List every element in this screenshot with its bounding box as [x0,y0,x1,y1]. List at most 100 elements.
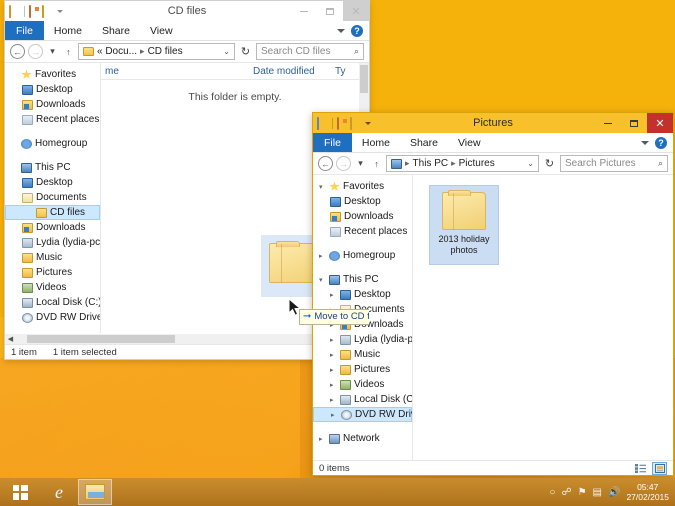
twisty-icon[interactable]: ▸ [330,396,337,404]
address-bar[interactable]: ← → ▾ ↑ ▸ This PC ▸ Pictures ⌄ ↻ Search … [313,153,673,175]
taskbar-clock[interactable]: 05:47 27/02/2015 [626,482,669,502]
sidebar-item-lydia[interactable]: Lydia (lydia-pc) [5,235,100,250]
sidebar-item-network[interactable]: ▸ Network [313,431,412,446]
help-icon[interactable]: ? [351,24,363,37]
titlebar-cd-files[interactable]: CD files ✕ [5,1,369,21]
ribbon-tabs[interactable]: File Home Share View ? [5,21,369,41]
twisty-icon[interactable]: ▸ [330,291,337,299]
search-input[interactable]: Search Pictures ⌕ [560,155,668,172]
sidebar-item-local-disk[interactable]: ▸ Local Disk (C:) [313,392,412,407]
list-item[interactable]: 2013 holiday photos [429,185,499,265]
forward-button[interactable]: → [336,156,351,171]
twisty-icon[interactable]: ▸ [330,351,337,359]
sidebar-item-lydia[interactable]: ▸ Lydia (lydia-pc) [313,332,412,347]
taskbar-item-file-explorer[interactable] [78,479,112,505]
search-input[interactable]: Search CD files ⌕ [256,43,364,60]
twisty-icon[interactable]: ▾ [319,276,326,284]
sidebar-item-pictures[interactable]: Pictures [5,265,100,280]
back-button[interactable]: ← [10,44,25,59]
refresh-button[interactable]: ↻ [238,45,253,58]
sidebar-item-desktop-pc[interactable]: Desktop [5,175,100,190]
twisty-icon[interactable]: ▸ [330,336,337,344]
sidebar-item-cd-files[interactable]: CD files [5,205,100,220]
sidebar-item-downloads[interactable]: Downloads [5,97,100,112]
scrollbar-thumb[interactable] [360,65,368,93]
details-view-icon[interactable] [633,462,648,475]
chevron-down-icon[interactable]: ⌄ [223,47,230,56]
breadcrumb-item-cd-files[interactable]: CD files [148,46,183,57]
sidebar-item-music[interactable]: Music [5,250,100,265]
close-button[interactable]: ✕ [343,1,369,21]
chevron-down-icon[interactable]: ⌄ [527,159,534,168]
sidebar-item-pictures[interactable]: ▸ Pictures [313,362,412,377]
navigation-pane[interactable]: Favorites Desktop Downloads Recent place… [5,63,101,333]
tab-file[interactable]: File [313,133,352,152]
window-controls[interactable]: ✕ [595,113,673,133]
ribbon-tabs[interactable]: File Home Share View ? [313,133,673,153]
sidebar-item-homegroup[interactable]: Homegroup [5,136,100,151]
column-header-date-modified[interactable]: Date modified [253,66,335,77]
recent-locations-icon[interactable]: ▾ [46,46,59,57]
sidebar-item-dvd-drive[interactable]: ▸ DVD RW Drive (E:) [313,407,412,422]
window-controls[interactable]: ✕ [291,1,369,21]
tab-view[interactable]: View [448,133,491,152]
sidebar-item-favorites[interactable]: Favorites [5,67,100,82]
volume-icon[interactable]: 🔊 [608,487,620,498]
twisty-icon[interactable]: ▾ [319,183,326,191]
column-header-name[interactable]: me [105,66,253,77]
battery-icon[interactable]: ▤ [593,487,602,498]
recent-locations-icon[interactable]: ▾ [354,158,367,169]
sidebar-item-desktop-pc[interactable]: ▸ Desktop [313,287,412,302]
network-icon[interactable]: ☍ [561,487,571,498]
refresh-button[interactable]: ↻ [542,157,557,170]
sidebar-item-local-disk[interactable]: Local Disk (C:) [5,295,100,310]
folder-properties-icon[interactable] [350,116,361,130]
action-center-icon[interactable]: ⚑ [578,487,587,498]
chevron-down-icon[interactable] [365,121,371,125]
address-bar[interactable]: ← → ▾ ↑ « Docu... ▸ CD files ⌄ ↻ Search … [5,41,369,63]
sidebar-item-desktop[interactable]: Desktop [5,82,100,97]
help-icon[interactable]: ? [655,136,667,149]
tab-file[interactable]: File [5,21,44,40]
breadcrumb-item-documents[interactable]: « Docu... [97,46,137,57]
start-button[interactable] [0,478,40,506]
sidebar-item-downloads[interactable]: Downloads [313,209,412,224]
twisty-icon[interactable]: ▸ [331,411,338,419]
minimize-button[interactable] [595,113,621,133]
twisty-icon[interactable]: ▸ [319,435,326,443]
tab-view[interactable]: View [140,21,183,40]
sidebar-item-videos[interactable]: Videos [5,280,100,295]
sidebar-item-this-pc[interactable]: This PC [5,160,100,175]
forward-button[interactable]: → [28,44,43,59]
sidebar-item-recent-places[interactable]: Recent places [313,224,412,239]
breadcrumb[interactable]: ▸ This PC ▸ Pictures ⌄ [386,155,539,172]
sidebar-item-videos[interactable]: ▸ Videos [313,377,412,392]
twisty-icon[interactable]: ▸ [319,252,326,260]
twisty-icon[interactable]: ▸ [330,381,337,389]
sidebar-item-music[interactable]: ▸ Music [313,347,412,362]
window-pictures[interactable]: Pictures ✕ File Home Share View ? ← → ▾ … [312,112,674,476]
up-button[interactable]: ↑ [62,47,75,57]
folder-icon[interactable] [9,4,20,18]
titlebar-pictures[interactable]: Pictures ✕ [313,113,673,133]
up-button[interactable]: ↑ [370,159,383,169]
maximize-button[interactable] [317,1,343,21]
taskbar-item-internet-explorer[interactable]: e [42,479,76,505]
page-icon[interactable] [29,4,40,18]
quick-access-toolbar[interactable] [313,116,371,130]
folder-properties-icon[interactable] [42,4,53,18]
column-headers[interactable]: me Date modified Ty [101,63,369,80]
taskbar[interactable]: e ○ ☍ ⚑ ▤ 🔊 05:47 27/02/2015 [0,478,675,506]
tab-home[interactable]: Home [44,21,92,40]
sidebar-item-favorites[interactable]: ▾ Favorites [313,179,412,194]
sidebar-item-homegroup[interactable]: ▸ Homegroup [313,248,412,263]
close-button[interactable]: ✕ [647,113,673,133]
scrollbar-thumb[interactable] [27,335,175,343]
breadcrumb-item-pictures[interactable]: Pictures [459,158,495,169]
sidebar-item-downloads-pc[interactable]: Downloads [5,220,100,235]
scroll-left-icon[interactable]: ◀ [5,335,16,343]
page-icon[interactable] [337,116,348,130]
sidebar-item-recent-places[interactable]: Recent places [5,112,100,127]
system-tray[interactable]: ○ ☍ ⚑ ▤ 🔊 05:47 27/02/2015 [549,482,675,502]
tab-home[interactable]: Home [352,133,400,152]
